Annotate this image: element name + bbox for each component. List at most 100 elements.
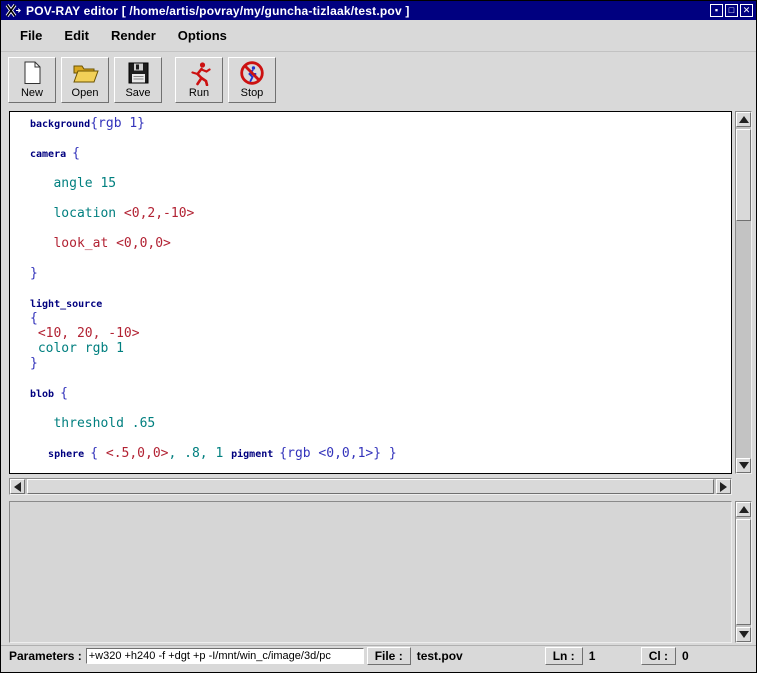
- right-arrow-icon: [720, 482, 727, 492]
- code-segment: look_at: [30, 236, 116, 251]
- open-folder-icon: [72, 60, 99, 86]
- toolbar-button-label: Save: [125, 87, 150, 99]
- up-arrow-icon: [739, 506, 749, 513]
- code-line: [30, 161, 731, 176]
- code-line: [30, 431, 731, 446]
- scroll-left-button[interactable]: [10, 479, 25, 494]
- code-line: [30, 281, 731, 296]
- code-line: angle 15: [30, 176, 731, 191]
- editor-vscrollbar[interactable]: [735, 111, 752, 474]
- code-segment: {: [60, 386, 68, 401]
- window-title: POV-RAY editor [ /home/artis/povray/my/g…: [26, 4, 410, 18]
- menu-item-render[interactable]: Render: [100, 25, 167, 46]
- toolbar-button-open[interactable]: Open: [61, 57, 109, 103]
- code-segment: }: [30, 356, 38, 371]
- down-arrow-icon: [739, 631, 749, 638]
- code-line: [30, 131, 731, 146]
- code-segment: <.5,0,0>: [106, 446, 169, 461]
- toolbar-button-label: Stop: [241, 87, 264, 99]
- code-segment: blob: [30, 389, 60, 400]
- output-scroll-down-button[interactable]: [736, 627, 751, 642]
- column-label: Cl :: [641, 647, 676, 665]
- code-segment: }: [30, 266, 38, 281]
- code-segment: {: [30, 311, 38, 326]
- editor-hscroll-thumb[interactable]: [27, 479, 714, 494]
- code-segment: {: [72, 146, 80, 161]
- code-segment: {: [90, 446, 106, 461]
- code-segment: <0,2,-10>: [124, 206, 194, 221]
- code-line: camera {: [30, 146, 731, 161]
- code-line: location <0,2,-10>: [30, 206, 731, 221]
- code-segment: {rgb <0,0,1>} }: [279, 446, 396, 461]
- line-value: 1: [589, 649, 641, 663]
- code-segment: background: [30, 119, 90, 130]
- code-segment: color rgb 1: [30, 341, 124, 356]
- minimize-button[interactable]: ▪: [710, 4, 723, 17]
- code-line: }: [30, 356, 731, 371]
- code-line: [30, 371, 731, 386]
- code-segment: , .8, 1: [169, 446, 232, 461]
- code-segment: [30, 326, 38, 341]
- parameters-label: Parameters :: [9, 649, 82, 663]
- toolbar-button-run[interactable]: Run: [175, 57, 223, 103]
- code-line: {: [30, 311, 731, 326]
- scroll-down-button[interactable]: [736, 458, 751, 473]
- output-scroll-up-button[interactable]: [736, 502, 751, 517]
- code-segment: <0,0,0>: [116, 236, 171, 251]
- code-line: sphere { <.5,0,0>, .8, 1 pigment {rgb <0…: [30, 446, 731, 461]
- menu-item-file[interactable]: File: [9, 25, 53, 46]
- down-arrow-icon: [739, 462, 749, 469]
- toolbar-button-label: Open: [72, 87, 99, 99]
- code-line: <10, 20, -10>: [30, 326, 731, 341]
- scroll-up-button[interactable]: [736, 112, 751, 127]
- code-line: light_source: [30, 296, 731, 311]
- code-segment: threshold .65: [30, 416, 155, 431]
- code-segment: pigment: [231, 449, 279, 460]
- menu-item-edit[interactable]: Edit: [53, 25, 100, 46]
- parameters-input[interactable]: [86, 648, 364, 664]
- toolbar-button-label: Run: [189, 87, 209, 99]
- close-button[interactable]: ✕: [740, 4, 753, 17]
- maximize-button[interactable]: □: [725, 4, 738, 17]
- code-area[interactable]: background{rgb 1} camera { angle 15 loca…: [9, 111, 732, 474]
- x11-logo-icon[interactable]: [3, 4, 23, 18]
- scroll-right-button[interactable]: [716, 479, 731, 494]
- editor-vscroll-thumb[interactable]: [736, 129, 751, 221]
- window-controls: ▪□✕: [710, 4, 753, 17]
- output-vscroll-thumb[interactable]: [736, 519, 751, 625]
- left-arrow-icon: [14, 482, 21, 492]
- code-line: [30, 401, 731, 416]
- code-line: blob {: [30, 386, 731, 401]
- status-bar: Parameters : File : test.pov Ln : 1 Cl :…: [1, 645, 756, 666]
- stop-icon: [239, 60, 265, 86]
- output-panel[interactable]: [9, 501, 732, 643]
- code-line: [30, 191, 731, 206]
- code-segment: camera: [30, 149, 72, 160]
- application-window: POV-RAY editor [ /home/artis/povray/my/g…: [0, 0, 757, 673]
- save-floppy-icon: [128, 60, 149, 86]
- editor-hscrollbar[interactable]: [9, 478, 732, 495]
- file-label: File :: [367, 647, 411, 665]
- code-segment: location: [30, 206, 124, 221]
- code-line: look_at <0,0,0>: [30, 236, 731, 251]
- new-document-icon: [22, 60, 43, 86]
- code-line: [30, 251, 731, 266]
- menu-item-options[interactable]: Options: [167, 25, 238, 46]
- code-line: background{rgb 1}: [30, 116, 731, 131]
- toolbar-button-new[interactable]: New: [8, 57, 56, 103]
- toolbar-button-save[interactable]: Save: [114, 57, 162, 103]
- code-segment: angle 15: [30, 176, 116, 191]
- line-label: Ln :: [545, 647, 583, 665]
- code-segment: <10, 20, -10>: [38, 326, 140, 341]
- file-value: test.pov: [417, 649, 545, 663]
- toolbar: New Open Save Run Stop: [1, 51, 756, 107]
- menu-bar: FileEditRenderOptions: [1, 20, 756, 51]
- code-segment: {rgb 1}: [90, 116, 145, 131]
- output-vscrollbar[interactable]: [735, 501, 752, 643]
- toolbar-button-stop[interactable]: Stop: [228, 57, 276, 103]
- code-line: threshold .65: [30, 416, 731, 431]
- code-line: color rgb 1: [30, 341, 731, 356]
- title-bar[interactable]: POV-RAY editor [ /home/artis/povray/my/g…: [1, 1, 756, 20]
- code-line: [30, 221, 731, 236]
- up-arrow-icon: [739, 116, 749, 123]
